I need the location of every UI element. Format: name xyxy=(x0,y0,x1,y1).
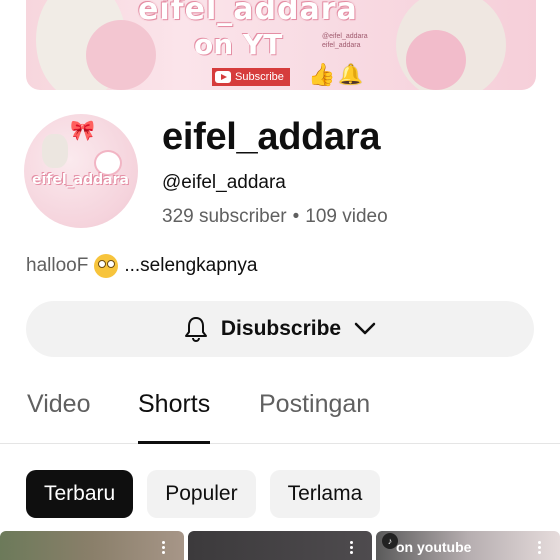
bow-icon: 🎀 xyxy=(70,120,95,142)
subscribed-button-label: Disubscribe xyxy=(220,317,342,340)
banner-small-text: @eifel_addara eifel_addara xyxy=(322,32,368,50)
thumbs-up-icon: 👍 xyxy=(308,62,336,87)
banner-subscribe-graphic: Subscribe xyxy=(212,68,290,86)
more-options-icon[interactable] xyxy=(350,541,354,560)
tab-shorts[interactable]: Shorts xyxy=(138,390,211,444)
channel-tabs: Video Shorts Postingan xyxy=(0,378,560,444)
channel-description[interactable]: hallooF ...selengkapnya xyxy=(26,254,257,278)
avatar-text: eifel_addara xyxy=(32,172,129,188)
subscriber-count: 329 subscriber xyxy=(162,206,287,227)
channel-handle: @eifel_addara xyxy=(162,172,286,193)
banner-decoration xyxy=(86,20,156,90)
banner-small-line: @eifel_addara xyxy=(322,33,368,40)
description-more-link[interactable]: ...selengkapnya xyxy=(124,255,257,277)
tab-video[interactable]: Video xyxy=(27,390,91,444)
more-options-icon[interactable] xyxy=(538,541,542,560)
avatar-character xyxy=(42,134,68,168)
chip-populer[interactable]: Populer xyxy=(147,470,256,518)
channel-stats: 329 subscriber • 109 video xyxy=(162,206,388,228)
flushed-face-icon xyxy=(94,254,119,278)
sort-chips: Terbaru Populer Terlama xyxy=(26,470,381,518)
avatar[interactable]: 🎀 eifel_addara xyxy=(24,114,138,228)
short-thumbnail[interactable] xyxy=(188,531,372,560)
bell-icon xyxy=(184,317,207,343)
tab-postingan[interactable]: Postingan xyxy=(259,390,370,444)
thumbnail-caption: on youtube xyxy=(396,539,472,555)
channel-banner: eifel_addara on YT @eifel_addara eifel_a… xyxy=(26,0,536,90)
shorts-grid: ♪ on youtube xyxy=(0,531,560,560)
short-thumbnail[interactable]: ♪ on youtube xyxy=(376,531,560,560)
chevron-down-icon xyxy=(354,322,376,335)
chip-terlama[interactable]: Terlama xyxy=(269,470,381,518)
subscribed-button[interactable]: Disubscribe xyxy=(26,301,534,357)
bell-icon: 🔔 xyxy=(338,64,363,86)
stats-separator: • xyxy=(292,206,300,227)
chip-terbaru[interactable]: Terbaru xyxy=(26,470,134,518)
video-count: 109 video xyxy=(305,206,388,227)
banner-subscribe-label: Subscribe xyxy=(235,71,284,83)
banner-small-line: eifel_addara xyxy=(322,42,361,49)
banner-title: eifel_addara xyxy=(138,0,358,27)
youtube-logo-icon xyxy=(215,71,231,83)
channel-name: eifel_addara xyxy=(162,116,381,158)
short-thumbnail[interactable] xyxy=(0,531,184,560)
more-options-icon[interactable] xyxy=(162,541,166,560)
banner-decoration xyxy=(406,30,466,90)
banner-subtitle: on YT xyxy=(194,28,283,61)
description-text: hallooF xyxy=(26,255,89,276)
